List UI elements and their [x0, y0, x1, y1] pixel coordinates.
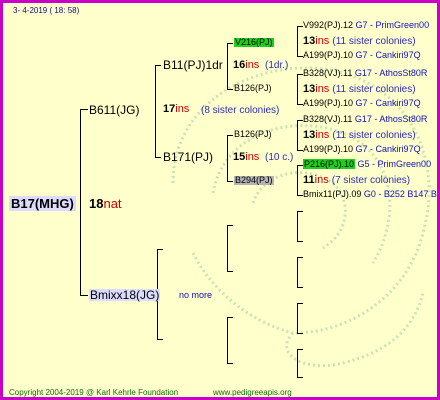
- connector-line: [227, 181, 233, 182]
- connector-line: [297, 120, 298, 150]
- copyright-text: Copyright 2004-2019 @ Karl Kehrle Founda…: [9, 388, 179, 397]
- g4-1b-link[interactable]: A199(PJ).10 G7 - Cankiri97Q: [303, 51, 421, 60]
- g3-4-link[interactable]: B294(PJ): [234, 176, 274, 185]
- connector-line: [297, 349, 303, 350]
- connector-line: [297, 211, 298, 241]
- connector-line: [227, 135, 228, 181]
- connector-line: [297, 241, 303, 242]
- grandmother-2-link[interactable]: B171(PJ): [163, 151, 213, 163]
- root-queen-link[interactable]: B17(MHG): [9, 196, 76, 211]
- connector-line: [155, 157, 161, 158]
- connector-line: [157, 249, 163, 250]
- g3-1-link[interactable]: V216(PJ): [234, 38, 274, 47]
- g4-2a-link[interactable]: B328(VJ).11 G17 - AthosSt80R: [303, 69, 427, 78]
- connector-line: [157, 339, 163, 340]
- connector-line: [227, 271, 233, 272]
- connector-line: [227, 43, 228, 89]
- g3-2-link[interactable]: B126(PJ): [234, 84, 272, 93]
- connector-line: [227, 89, 233, 90]
- g4-4-count: 11ins (7 sister colonies): [303, 174, 411, 186]
- connector-line: [297, 211, 303, 212]
- connector-line: [227, 317, 233, 318]
- connector-line: [227, 225, 233, 226]
- connector-line: [297, 287, 303, 288]
- connector-line: [155, 65, 156, 157]
- connector-line: [297, 349, 298, 377]
- connector-line: [80, 109, 81, 295]
- g4-2b-link[interactable]: A199(PJ).10 G7 - Cankiri97Q: [303, 99, 421, 108]
- root-origin: 18nat: [89, 196, 122, 211]
- g3-3-link[interactable]: B126(PJ): [234, 130, 272, 139]
- connector-line: [297, 257, 303, 258]
- connector-line: [227, 135, 233, 136]
- connector-line: [297, 74, 298, 104]
- gm1-count: 16ins: [233, 59, 260, 71]
- grandmother-1-link[interactable]: B11(PJ)1dr: [163, 59, 223, 71]
- gm2-count: 15ins: [233, 151, 260, 163]
- mother-sister-count: 17ins: [163, 103, 190, 115]
- connector-line: [297, 303, 298, 333]
- pedigree-chart: 3- 4-2019 ( 18: 58) B17(MHG) 18nat B611(…: [0, 0, 440, 400]
- g4-1-count: 13ins (11 sister colonies): [303, 35, 416, 47]
- gm2-sisters: (10 c.): [265, 152, 294, 163]
- g4-3b-link[interactable]: A199(PJ).10 G7 - Cankiri97Q: [303, 145, 421, 154]
- no-more-label: no more: [179, 290, 213, 300]
- chart-date: 3- 4-2019 ( 18: 58): [13, 6, 80, 15]
- connector-line: [297, 165, 298, 195]
- connector-line: [155, 65, 161, 66]
- gm1-sisters: (1dr.): [265, 60, 289, 71]
- website-link[interactable]: www.pedigreeapis.org: [213, 389, 292, 397]
- mother-sister-colonies: (8 sister colonies): [201, 105, 280, 116]
- g4-2-count: 13ins (11 sister colonies): [303, 83, 416, 95]
- connector-line: [297, 26, 298, 56]
- g4-4b-link[interactable]: Bmix11(PJ).09 G0 - B252 B147 B: [303, 190, 437, 199]
- connector-line: [227, 43, 233, 44]
- connector-line: [227, 363, 233, 364]
- connector-line: [297, 333, 303, 334]
- connector-line: [227, 317, 228, 363]
- connector-line: [80, 295, 88, 296]
- g4-1a-link[interactable]: V992(PJ).12 G7 - PrimGreen00: [303, 21, 429, 30]
- connector-line: [297, 303, 303, 304]
- father-link[interactable]: Bmixx18(JG): [89, 289, 161, 301]
- connector-line: [80, 109, 88, 110]
- g4-3a-link[interactable]: B328(VJ).11 G17 - AthosSt80R: [303, 115, 427, 124]
- mother-link[interactable]: B611(JG): [89, 104, 139, 116]
- connector-line: [297, 377, 303, 378]
- g4-4a-link[interactable]: P216(PJ).10 G5 - PrimGreen00: [303, 159, 431, 169]
- g4-3-count: 13ins (11 sister colonies): [303, 129, 416, 141]
- connector-line: [297, 257, 298, 287]
- connector-line: [227, 225, 228, 271]
